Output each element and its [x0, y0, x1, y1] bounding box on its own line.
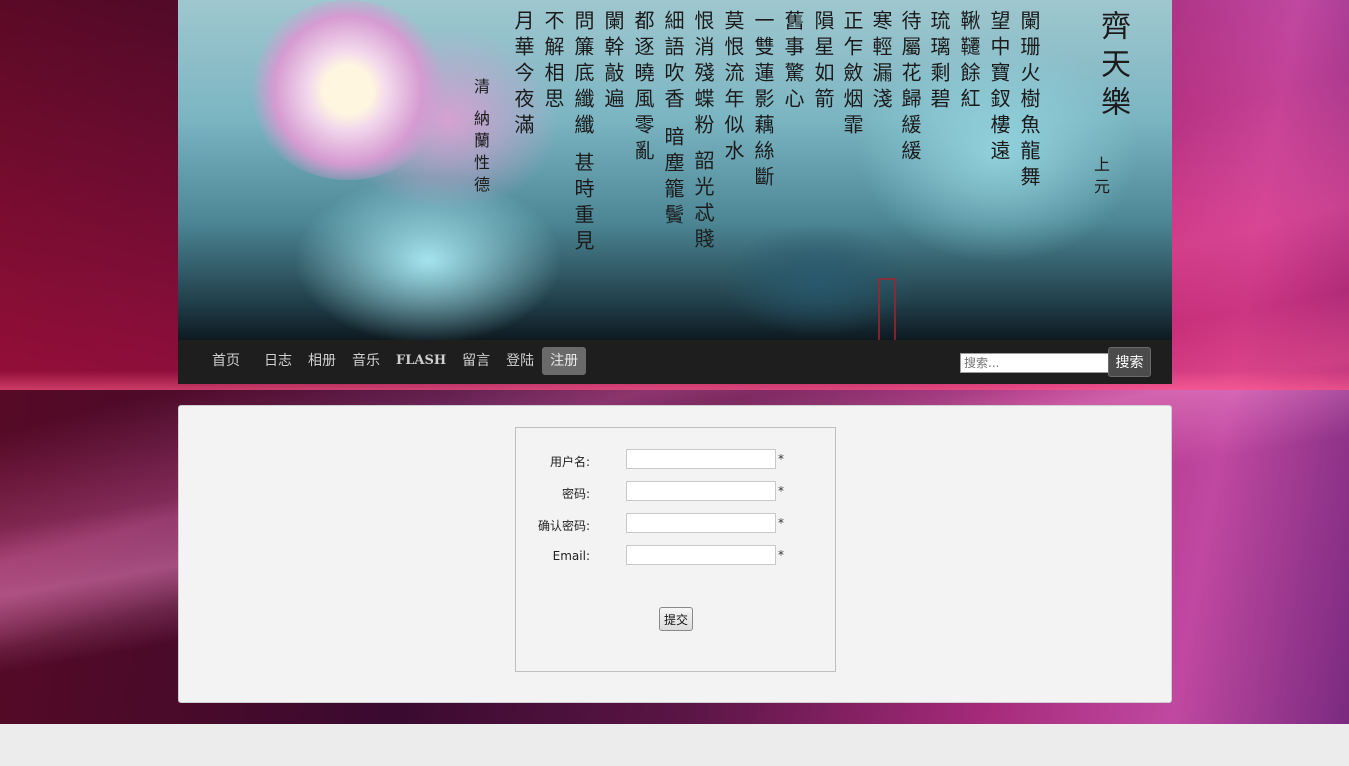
- poem-line: 隕星如箭: [811, 10, 835, 114]
- poem-title: 齊天樂: [1095, 10, 1130, 124]
- nav-item-blog[interactable]: 日志: [256, 347, 300, 375]
- nav-item-flash[interactable]: FLASH: [388, 347, 454, 375]
- poem-line: 莫恨流年似水: [721, 10, 745, 166]
- poem-line: 闌珊火樹魚龍舞: [1017, 10, 1041, 192]
- poem-line: 舊事驚心: [781, 10, 805, 114]
- password-field[interactable]: [626, 481, 776, 501]
- poem-line: 寒輕漏淺: [869, 10, 893, 114]
- username-field[interactable]: [626, 449, 776, 469]
- poem-line: 待屬花歸緩緩: [898, 10, 922, 166]
- email-field[interactable]: [626, 545, 776, 565]
- poem-line: 韶光忒賤: [691, 150, 715, 254]
- poem-author-dynasty: 清: [471, 78, 490, 100]
- register-form: 用户名: * 密码: * 确认密码: * Email: * 提交: [515, 427, 836, 672]
- red-seal-stamp: [878, 278, 896, 340]
- poem-line: 一雙蓮影藕絲斷: [751, 10, 775, 192]
- nav-item-music[interactable]: 音乐: [344, 347, 388, 375]
- nav-item-register[interactable]: 注册: [542, 347, 587, 375]
- email-label: Email:: [552, 549, 590, 563]
- poem-author-name: 納蘭性德: [471, 110, 490, 198]
- poem-line: 都逐曉風零亂: [631, 10, 655, 166]
- form-row-password: 密码: *: [516, 481, 835, 505]
- search-button[interactable]: 搜索: [1108, 347, 1151, 377]
- peony-flower-image: [248, 0, 448, 180]
- form-row-email: Email: *: [516, 545, 835, 569]
- nav-menu: 首页 日志 相册 音乐 FLASH 留言 登陆 注册: [204, 347, 587, 375]
- poem-line: 望中寶釵樓遠: [987, 10, 1011, 166]
- search-input[interactable]: [960, 353, 1110, 373]
- confirm-password-label: 确认密码:: [537, 519, 590, 533]
- poem-subtitle: 上元: [1091, 156, 1110, 200]
- form-row-username: 用户名: *: [516, 449, 835, 473]
- username-label: 用户名:: [549, 455, 590, 469]
- header-banner: 齊天樂 上元 闌珊火樹魚龍舞 望中寶釵樓遠 鞦韆餘紅 琉璃剩碧 待屬花歸緩緩 寒…: [178, 0, 1172, 340]
- poem-line: 細語吹香: [661, 10, 685, 114]
- poem-line: 暗塵籠鬢: [661, 126, 685, 230]
- form-row-confirm-password: 确认密码: *: [516, 513, 835, 537]
- poem-line: 問簾底纖纖: [571, 10, 595, 140]
- password-label: 密码:: [561, 487, 590, 501]
- nav-item-login[interactable]: 登陆: [498, 347, 542, 375]
- nav-item-album[interactable]: 相册: [300, 347, 344, 375]
- submit-button[interactable]: 提交: [659, 607, 693, 631]
- required-mark: *: [778, 516, 784, 530]
- poem-calligraphy: 齊天樂 上元 闌珊火樹魚龍舞 望中寶釵樓遠 鞦韆餘紅 琉璃剩碧 待屬花歸緩緩 寒…: [452, 10, 1172, 340]
- required-mark: *: [778, 484, 784, 498]
- nav-item-home[interactable]: 首页: [204, 347, 248, 375]
- poem-line: 恨消殘蝶粉: [691, 10, 715, 140]
- nav-item-guestbook[interactable]: 留言: [454, 347, 498, 375]
- required-mark: *: [778, 548, 784, 562]
- poem-line: 鞦韆餘紅: [957, 10, 981, 114]
- main-navbar: 首页 日志 相册 音乐 FLASH 留言 登陆 注册 搜索: [178, 340, 1172, 384]
- poem-line: 甚時重見: [571, 152, 595, 256]
- poem-line: 闌幹敲遍: [601, 10, 625, 114]
- poem-line: 琉璃剩碧: [927, 10, 951, 114]
- content-panel: 用户名: * 密码: * 确认密码: * Email: * 提交: [178, 405, 1172, 703]
- poem-line: 正乍斂烟霏: [840, 10, 864, 140]
- required-mark: *: [778, 452, 784, 466]
- poem-line: 不解相思: [541, 10, 565, 114]
- confirm-password-field[interactable]: [626, 513, 776, 533]
- poem-line: 月華今夜滿: [511, 10, 535, 140]
